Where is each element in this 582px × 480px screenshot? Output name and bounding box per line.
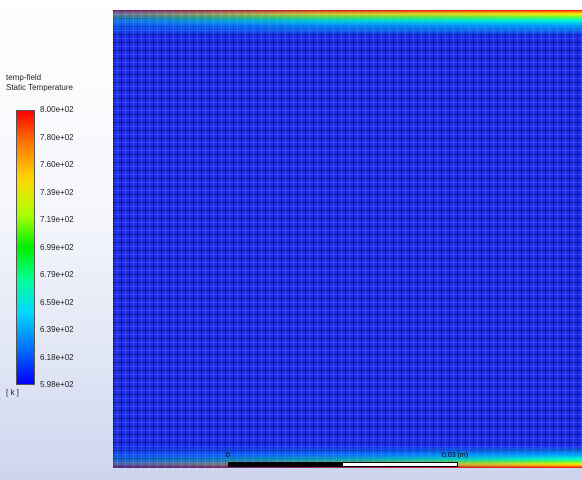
scale-bar [228,462,458,467]
legend-tick: 6.59e+02 [40,297,74,307]
legend-tick: 7.19e+02 [40,215,74,224]
scale-zero-label: 0 [226,452,230,459]
legend-unit: [ k ] [6,388,19,397]
color-bar [16,110,35,385]
legend-tick: 6.18e+02 [40,352,74,362]
hot-edge-top [113,10,582,36]
legend-tick: 5.98e+02 [40,380,74,389]
legend-tick: 7.39e+02 [40,187,74,197]
legend-tick: 6.79e+02 [40,270,74,279]
legend-tick: 6.39e+02 [40,325,74,334]
scale-value-label: 0.03 (m) [442,452,469,459]
legend-tick: 7.60e+02 [40,160,74,169]
legend-tick: 7.80e+02 [40,132,74,142]
legend-title: temp-field [6,73,42,82]
legend-tick: 6.99e+02 [40,242,74,252]
contour-viewport[interactable] [113,10,582,468]
legend-tick: 8.00e+02 [40,105,74,114]
legend-variable: Static Temperature [6,83,73,92]
